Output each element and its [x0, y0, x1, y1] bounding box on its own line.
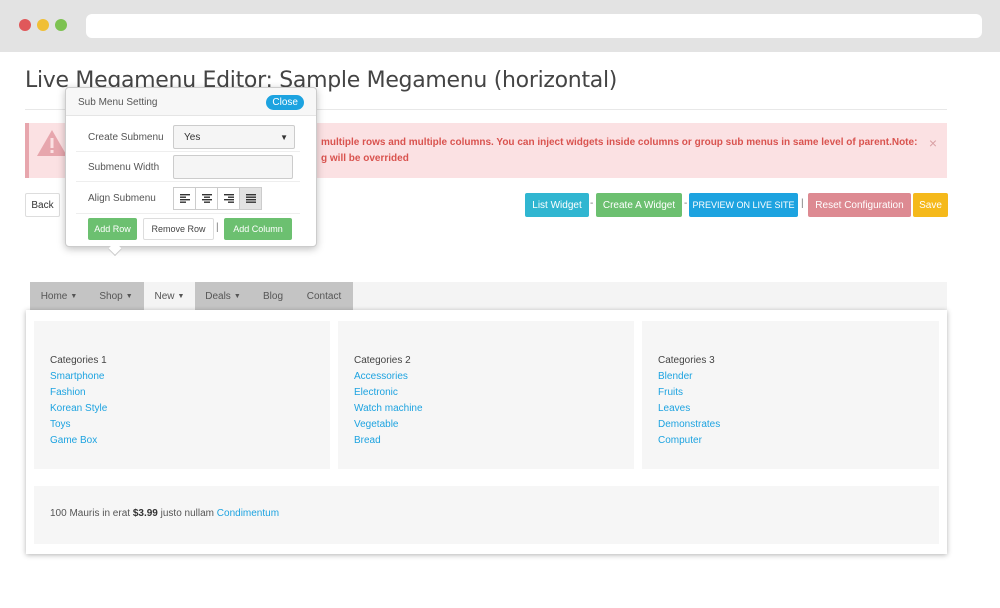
megamenu-dropdown: Categories 1 Smartphone Fashion Korean S… — [26, 310, 947, 554]
list-widget-button[interactable]: List Widget — [525, 193, 589, 217]
create-submenu-select[interactable]: Yes ▼ — [173, 125, 295, 149]
toolbar-separator: - — [684, 198, 688, 209]
nav-item-label: Deals — [205, 290, 231, 302]
promo-price: $3.99 — [132, 508, 158, 519]
align-justify-button[interactable] — [239, 187, 262, 210]
promo-text: 100 Mauris in erat $3.99 justo nullam Co… — [50, 508, 279, 519]
save-button[interactable]: Save — [913, 193, 948, 217]
category-link[interactable]: Electronic — [354, 385, 423, 401]
column-title: Categories 3 — [658, 355, 715, 366]
nav-item-new[interactable]: New ▼ — [144, 282, 195, 310]
category-link[interactable]: Bread — [354, 433, 423, 449]
window-close-dot[interactable] — [19, 19, 31, 31]
promo-middle: justo nullam — [160, 508, 214, 519]
alert-message: multiple rows and multiple columns. You … — [321, 135, 921, 167]
category-link[interactable]: Korean Style — [50, 401, 107, 417]
alert-line-2: g will be overrided — [321, 153, 409, 164]
chevron-down-icon: ▼ — [280, 133, 288, 142]
category-link[interactable]: Accessories — [354, 369, 423, 385]
align-submenu-label: Align Submenu — [88, 193, 156, 204]
nav-item-home[interactable]: Home ▼ — [30, 282, 88, 310]
align-right-button[interactable] — [217, 187, 240, 210]
alert-close-icon[interactable]: × — [929, 135, 937, 151]
nav-item-label: Shop — [99, 290, 123, 302]
submenu-width-input[interactable] — [173, 155, 293, 179]
create-submenu-value: Yes — [184, 131, 201, 143]
toolbar-separator: | — [801, 198, 804, 209]
submenu-setting-popover: Sub Menu Setting Close Create Submenu Ye… — [65, 87, 317, 247]
align-right-icon — [223, 194, 234, 203]
address-bar[interactable] — [86, 14, 982, 38]
create-widget-button[interactable]: Create A Widget — [596, 193, 682, 217]
category-link[interactable]: Demonstrates — [658, 417, 720, 433]
nav-item-label: New — [154, 290, 175, 302]
window-maximize-dot[interactable] — [55, 19, 67, 31]
category-link[interactable]: Computer — [658, 433, 720, 449]
category-link[interactable]: Toys — [50, 417, 107, 433]
category-link[interactable]: Game Box — [50, 433, 107, 449]
popover-close-button[interactable]: Close — [266, 95, 304, 110]
submenu-column-3: Categories 3 Blender Fruits Leaves Demon… — [642, 321, 939, 469]
nav-item-label: Home — [40, 290, 68, 302]
nav-item-label: Blog — [262, 290, 283, 302]
popover-separator: | — [216, 222, 219, 233]
align-center-icon — [201, 194, 212, 203]
nav-item-label: Contact — [306, 290, 342, 302]
align-left-button[interactable] — [173, 187, 196, 210]
submenu-bottom-row: 100 Mauris in erat $3.99 justo nullam Co… — [34, 486, 939, 544]
category-link[interactable]: Blender — [658, 369, 720, 385]
category-link[interactable]: Watch machine — [354, 401, 423, 417]
submenu-column-1: Categories 1 Smartphone Fashion Korean S… — [34, 321, 330, 469]
popover-header: Sub Menu Setting Close — [66, 88, 316, 116]
nav-item-deals[interactable]: Deals ▼ — [195, 282, 251, 310]
align-left-icon — [179, 194, 190, 203]
align-button-group — [173, 187, 262, 210]
caret-down-icon: ▼ — [233, 292, 241, 300]
popover-title: Sub Menu Setting — [78, 97, 158, 108]
nav-item-shop[interactable]: Shop ▼ — [88, 282, 144, 310]
caret-down-icon: ▼ — [177, 292, 185, 300]
category-link[interactable]: Fashion — [50, 385, 107, 401]
align-justify-icon — [245, 194, 256, 203]
category-link[interactable]: Fruits — [658, 385, 720, 401]
add-column-button[interactable]: Add Column — [224, 218, 292, 240]
alert-line-1: multiple rows and multiple columns. You … — [321, 137, 918, 148]
preview-live-site-button[interactable]: PREVIEW ON LIVE SITE — [689, 193, 798, 217]
submenu-column-2: Categories 2 Accessories Electronic Watc… — [338, 321, 634, 469]
column-title: Categories 2 — [354, 355, 411, 366]
create-submenu-label: Create Submenu — [88, 132, 164, 143]
caret-down-icon: ▼ — [70, 292, 78, 300]
nav-item-blog[interactable]: Blog — [251, 282, 295, 310]
caret-down-icon: ▼ — [125, 292, 133, 300]
align-center-button[interactable] — [195, 187, 218, 210]
nav-item-contact[interactable]: Contact — [295, 282, 353, 310]
warning-icon — [37, 130, 67, 156]
browser-chrome — [0, 0, 1000, 52]
category-link[interactable]: Leaves — [658, 401, 720, 417]
toolbar-separator: - — [590, 198, 594, 209]
submenu-width-label: Submenu Width — [88, 162, 160, 173]
add-row-button[interactable]: Add Row — [88, 218, 137, 240]
category-link[interactable]: Smartphone — [50, 369, 107, 385]
promo-prefix: 100 Mauris in erat — [50, 508, 131, 519]
back-button[interactable]: Back — [25, 193, 60, 217]
category-link[interactable]: Vegetable — [354, 417, 423, 433]
column-title: Categories 1 — [50, 355, 107, 366]
window-minimize-dot[interactable] — [37, 19, 49, 31]
promo-link[interactable]: Condimentum — [217, 508, 279, 519]
remove-row-button[interactable]: Remove Row — [143, 218, 214, 240]
reset-configuration-button[interactable]: Reset Configuration — [808, 193, 911, 217]
